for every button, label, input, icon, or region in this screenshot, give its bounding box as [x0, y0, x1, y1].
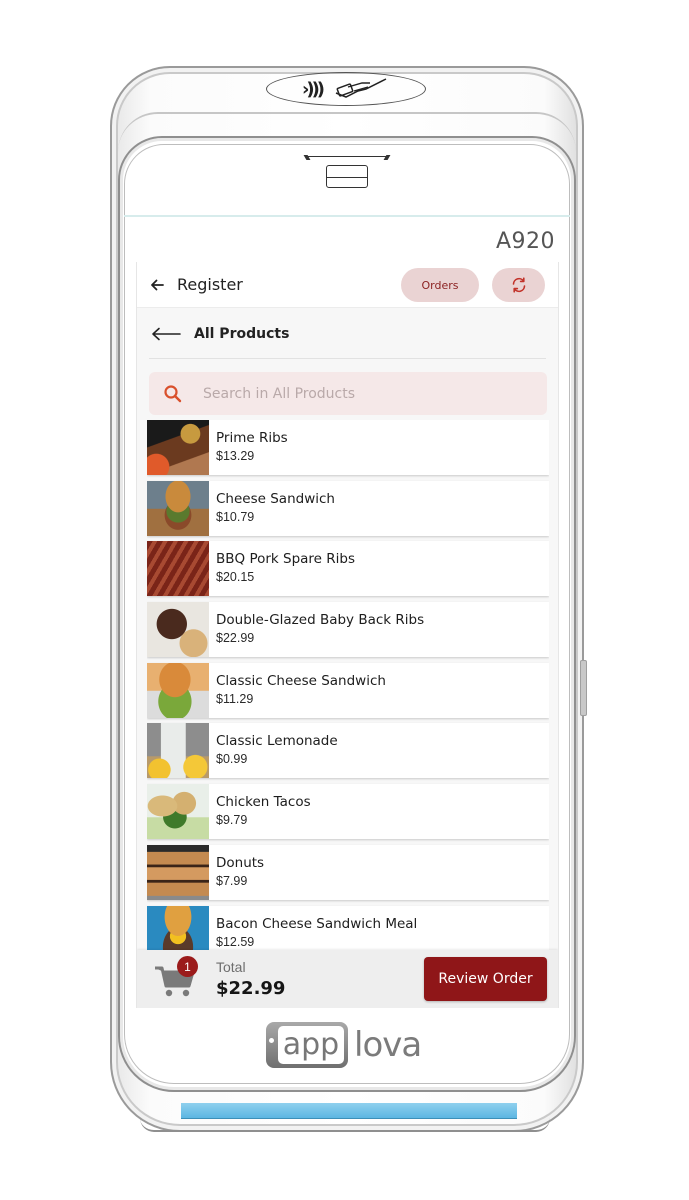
total-value: $22.99 [216, 978, 286, 999]
product-item[interactable]: Classic Cheese Sandwich $11.29 [147, 662, 549, 718]
brand-logo: app lova [266, 1022, 422, 1068]
product-item[interactable]: BBQ Pork Spare Ribs $20.15 [147, 541, 549, 597]
tap-card-icon [332, 77, 390, 101]
product-price: $13.29 [216, 449, 255, 463]
top-bar: Register Orders [137, 262, 558, 308]
product-name: Classic Cheese Sandwich [216, 672, 386, 689]
category-header: All Products [149, 310, 546, 359]
product-name: Bacon Cheese Sandwich Meal [216, 915, 418, 932]
product-item[interactable]: Cheese Sandwich $10.79 [147, 480, 549, 536]
page-title: Register [177, 275, 243, 294]
burger-photo [147, 905, 209, 950]
product-price: $10.79 [216, 509, 255, 524]
review-order-button[interactable]: Review Order [424, 957, 547, 1001]
nfc-reader: ›))) [266, 72, 426, 106]
product-price: $0.99 [216, 752, 248, 767]
product-price: $11.29 [216, 691, 254, 706]
product-name: BBQ Pork Spare Ribs [216, 551, 356, 568]
burger-photo [147, 662, 209, 718]
app-screen: Register Orders All Products Prim [136, 262, 559, 1008]
screen-divider [124, 215, 570, 217]
brand-logo-app-text: app [278, 1026, 344, 1064]
product-name: Donuts [216, 854, 265, 871]
long-arrow-left-icon[interactable] [151, 327, 181, 341]
product-name: Prime Ribs [216, 430, 288, 446]
product-item[interactable]: Chicken Tacos $9.79 [147, 784, 549, 840]
refresh-button[interactable] [492, 268, 545, 302]
device-bottom-edge [140, 1118, 550, 1132]
search-icon [164, 384, 182, 402]
search-input[interactable] [203, 385, 523, 402]
brand-logo-tablet: app [266, 1022, 348, 1068]
product-price: $12.59 [216, 934, 255, 949]
category-title: All Products [194, 326, 290, 342]
product-name: Cheese Sandwich [216, 490, 335, 507]
burger-photo [147, 480, 209, 536]
product-name: Classic Lemonade [216, 733, 338, 750]
donuts-photo [147, 844, 209, 900]
tacos-photo [147, 784, 209, 840]
ribs-photo [147, 420, 209, 475]
product-name: Double-Glazed Baby Back Ribs [216, 612, 425, 629]
brand-logo-lova-text: lova [354, 1025, 422, 1065]
product-price: $9.79 [216, 813, 248, 828]
product-price: $20.15 [216, 570, 255, 585]
ribs-photo [147, 602, 209, 658]
cart-count-badge: 1 [177, 956, 198, 977]
product-price: $22.99 [216, 631, 255, 646]
arrow-left-icon[interactable] [149, 277, 165, 293]
card-slot-guide [305, 156, 389, 160]
search-bar[interactable] [149, 372, 547, 415]
card-slot-icon [326, 165, 368, 188]
lemonade-photo [147, 723, 209, 779]
ribs-photo [147, 541, 209, 597]
total-label: Total [216, 959, 246, 975]
product-item[interactable]: Donuts $7.99 [147, 844, 549, 900]
status-light-bar [181, 1103, 517, 1119]
order-footer: 1 Total $22.99 Review Order [137, 950, 558, 1008]
product-name: Chicken Tacos [216, 794, 311, 811]
product-list[interactable]: Prime Ribs $13.29 Cheese Sandwich $10.79… [147, 420, 549, 950]
product-price: $7.99 [216, 873, 248, 888]
refresh-icon [512, 277, 525, 293]
product-item[interactable]: Double-Glazed Baby Back Ribs $22.99 [147, 602, 549, 658]
orders-button[interactable]: Orders [401, 268, 479, 302]
product-item[interactable]: Prime Ribs $13.29 [147, 420, 549, 475]
side-button[interactable] [580, 660, 587, 716]
product-item[interactable]: Classic Lemonade $0.99 [147, 723, 549, 779]
contactless-icon: ›))) [301, 78, 325, 100]
product-item[interactable]: Bacon Cheese Sandwich Meal $12.59 [147, 905, 549, 950]
device-model-label: A920 [496, 229, 556, 254]
